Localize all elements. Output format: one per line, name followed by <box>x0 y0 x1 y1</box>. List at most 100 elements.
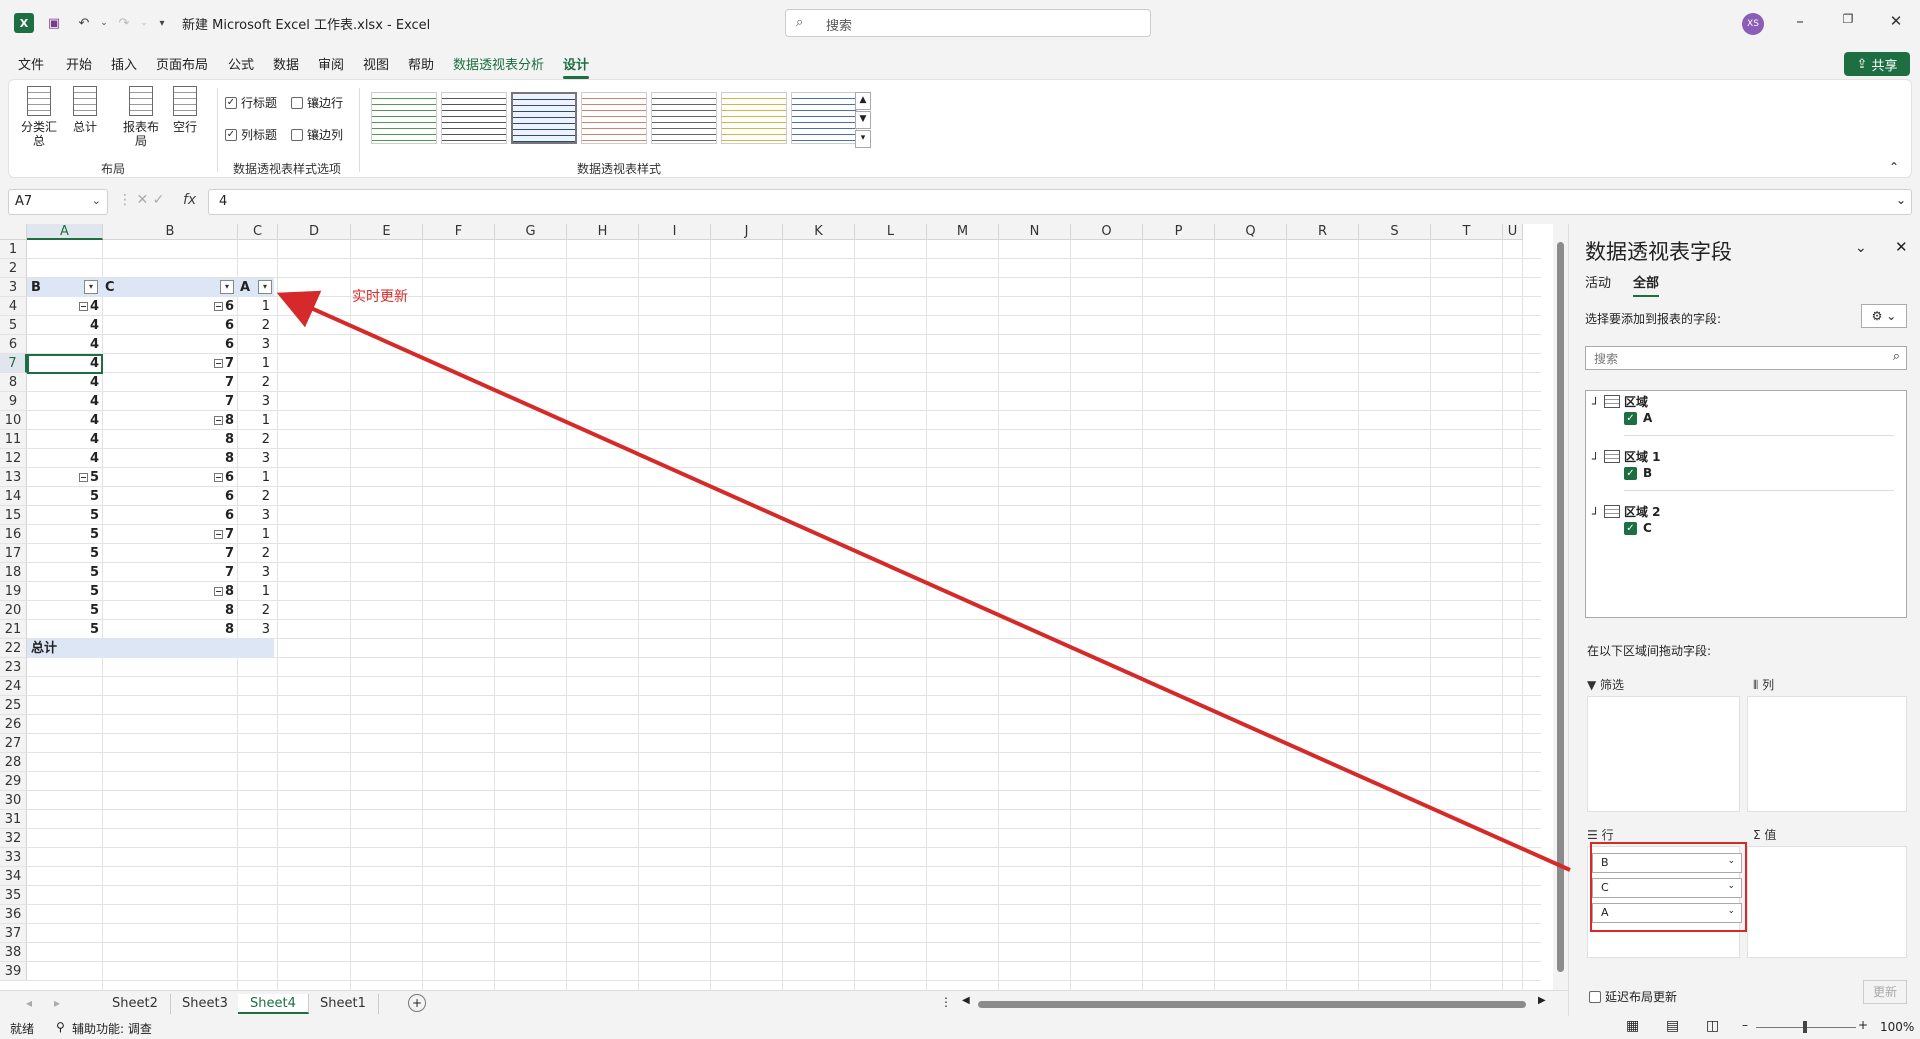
pivot-cell-b[interactable]: 4 <box>27 430 103 449</box>
report-layout-button[interactable]: 报表布局 <box>121 86 161 148</box>
columns-area[interactable] <box>1747 696 1907 812</box>
pivot-cell-a[interactable]: 1 <box>238 297 274 316</box>
column-header[interactable]: I <box>639 224 711 240</box>
blank-rows-button[interactable]: 空行 <box>171 86 199 134</box>
pivot-cell-a[interactable]: 3 <box>238 335 274 354</box>
field-a[interactable]: ✓ A <box>1624 411 1652 425</box>
row-header[interactable]: 27 <box>0 734 27 753</box>
zoom-level[interactable]: 100% <box>1880 1020 1914 1034</box>
pivot-cell-a[interactable]: 2 <box>238 316 274 335</box>
undo-dropdown-icon[interactable]: ⌄ <box>94 13 114 33</box>
sheet-tab-sheet4[interactable]: Sheet4 <box>238 994 309 1014</box>
row-header[interactable]: 8 <box>0 373 27 392</box>
column-header[interactable]: H <box>567 224 639 240</box>
collapse-ribbon-icon[interactable]: ⌃ <box>1889 160 1899 174</box>
restore-button[interactable]: ❐ <box>1836 12 1860 34</box>
tab-all-fields[interactable]: 全部 <box>1633 272 1660 297</box>
pivot-cell-a[interactable]: 1 <box>238 582 274 601</box>
more-options-icon[interactable]: ⋮ <box>940 995 952 1009</box>
row-header[interactable]: 33 <box>0 848 27 867</box>
pivot-cell-a[interactable]: 2 <box>238 373 274 392</box>
column-header[interactable]: Q <box>1215 224 1287 240</box>
row-header[interactable]: 39 <box>0 962 27 981</box>
customize-qat-icon[interactable]: ▾ <box>152 13 172 33</box>
row-header[interactable]: 38 <box>0 943 27 962</box>
pane-options-icon[interactable]: ⌄ <box>1855 240 1867 256</box>
row-header[interactable]: 2 <box>0 259 27 278</box>
name-box[interactable]: A7 ⌄ <box>8 189 108 215</box>
row-header[interactable]: 34 <box>0 867 27 886</box>
pivot-cell-b[interactable]: 4 <box>27 335 103 354</box>
pivot-cell-b[interactable]: −5 <box>27 468 103 487</box>
row-header[interactable]: 21 <box>0 620 27 639</box>
column-header[interactable]: A <box>27 224 103 240</box>
next-sheet-icon[interactable]: ▸ <box>54 996 60 1010</box>
row-header[interactable]: 12 <box>0 449 27 468</box>
worksheet-grid[interactable]: ABCDEFGHIJKLMNOPQRSTU 1 2 3 4 5 6 7 8 9 10 11 12 13 1… <box>0 224 1568 990</box>
pivot-cell-a[interactable]: 3 <box>238 563 274 582</box>
pivot-cell-a[interactable]: 2 <box>238 430 274 449</box>
tab-review[interactable]: 审阅 <box>318 54 344 73</box>
tab-pivot-analyze[interactable]: 数据透视表分析 <box>453 54 544 73</box>
sheet-tab-sheet2[interactable]: Sheet2 <box>100 994 171 1014</box>
row-header[interactable]: 4 <box>0 297 27 316</box>
pivot-cell-c[interactable]: 8 <box>103 601 238 620</box>
share-button[interactable]: ⇪ 共享 <box>1844 52 1910 76</box>
pivot-cell-c[interactable]: 8 <box>103 620 238 639</box>
pivot-cell-c[interactable]: −6 <box>103 297 238 316</box>
redo-dropdown-icon[interactable]: ⌄ <box>134 13 154 33</box>
vertical-scrollbar[interactable] <box>1553 224 1568 990</box>
zoom-slider-thumb[interactable] <box>1803 1021 1807 1033</box>
formula-cancel-confirm-icons[interactable]: ⋮ ✕ ✓ <box>118 192 164 208</box>
row-header[interactable]: 13 <box>0 468 27 487</box>
tab-formulas[interactable]: 公式 <box>228 54 254 73</box>
pivot-style-thumbnail[interactable] <box>371 92 437 144</box>
row-header[interactable]: 5 <box>0 316 27 335</box>
values-area[interactable] <box>1747 846 1907 958</box>
row-header[interactable]: 6 <box>0 335 27 354</box>
table-node-area2[interactable]: 区域 2 <box>1604 503 1661 520</box>
row-header[interactable]: 35 <box>0 886 27 905</box>
pivot-cell-a[interactable]: 3 <box>238 449 274 468</box>
tab-page-layout[interactable]: 页面布局 <box>156 54 208 73</box>
tab-insert[interactable]: 插入 <box>111 54 137 73</box>
table-node-area1[interactable]: 区域 1 <box>1604 448 1661 465</box>
pivot-cell-c[interactable]: −8 <box>103 411 238 430</box>
row-header[interactable]: 25 <box>0 696 27 715</box>
row-header[interactable]: 24 <box>0 677 27 696</box>
pivot-cell-c[interactable]: 7 <box>103 544 238 563</box>
pivot-cell-b[interactable]: 5 <box>27 525 103 544</box>
redo-icon[interactable]: ↷ <box>114 13 134 33</box>
sheet-tab-sheet1[interactable]: Sheet1 <box>308 994 379 1014</box>
pivot-cell-a[interactable]: 1 <box>238 525 274 544</box>
checkbox-checked-icon[interactable]: ✓ <box>1624 411 1637 425</box>
pivot-cell-a[interactable]: 1 <box>238 411 274 430</box>
column-header[interactable]: S <box>1359 224 1431 240</box>
pivot-cell-a[interactable]: 2 <box>238 487 274 506</box>
pivot-cell-c[interactable]: 8 <box>103 430 238 449</box>
tab-view[interactable]: 视图 <box>363 54 389 73</box>
row-header[interactable]: 29 <box>0 772 27 791</box>
row-header[interactable]: 30 <box>0 791 27 810</box>
row-header[interactable]: 10 <box>0 411 27 430</box>
pivot-cell-a[interactable]: 3 <box>238 392 274 411</box>
column-header[interactable]: M <box>927 224 999 240</box>
collapse-icon[interactable]: ┘ <box>1592 507 1599 521</box>
row-header[interactable]: 9 <box>0 392 27 411</box>
tab-file[interactable]: 文件 <box>18 54 44 73</box>
page-layout-view-icon[interactable]: ▤ <box>1666 1018 1679 1034</box>
active-cell-selection[interactable] <box>27 354 103 374</box>
close-icon[interactable]: ✕ <box>1895 238 1908 256</box>
row-header[interactable]: 11 <box>0 430 27 449</box>
column-header[interactable]: P <box>1143 224 1215 240</box>
accessibility-icon[interactable]: ⚲ <box>56 1020 65 1034</box>
row-header[interactable]: 36 <box>0 905 27 924</box>
pivot-cell-c[interactable]: 6 <box>103 487 238 506</box>
minimize-button[interactable]: – <box>1788 12 1812 34</box>
horizontal-scroll-thumb[interactable] <box>978 1001 1526 1008</box>
accessibility-status[interactable]: 辅助功能: 调查 <box>72 1020 152 1037</box>
field-b[interactable]: ✓ B <box>1624 466 1652 480</box>
field-search-input[interactable]: 搜索 ⌕ <box>1585 346 1907 370</box>
pivot-cell-c[interactable]: 7 <box>103 563 238 582</box>
pivot-cell-c[interactable]: −7 <box>103 354 238 373</box>
